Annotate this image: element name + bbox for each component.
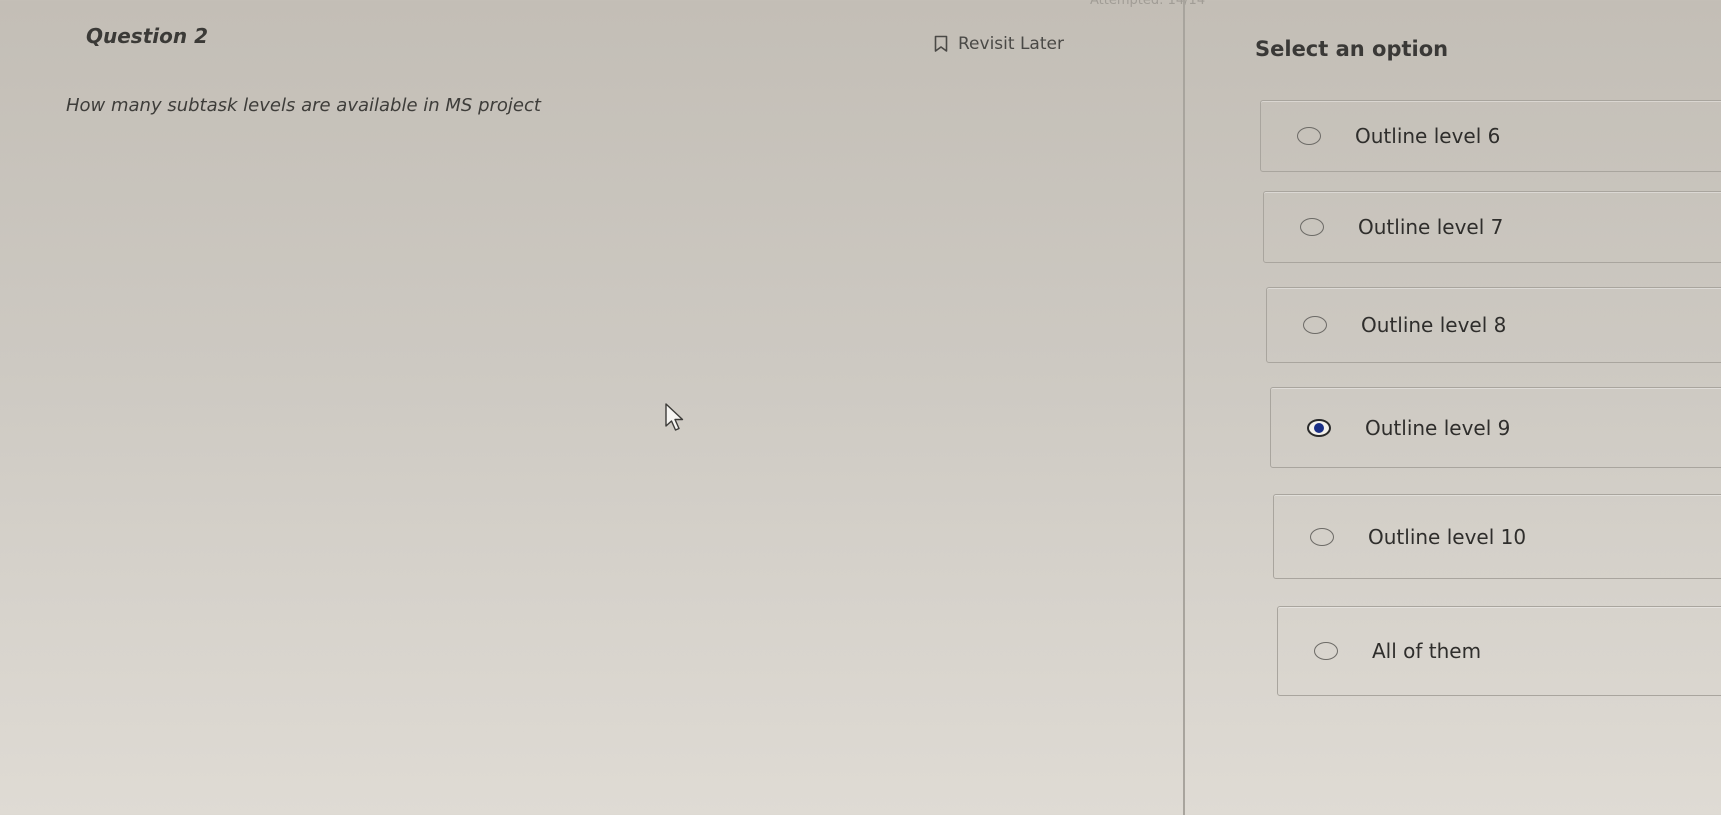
radio-button[interactable] (1303, 316, 1327, 334)
question-panel: Question 2 How many subtask levels are a… (0, 0, 1205, 815)
option-label: Outline level 8 (1361, 313, 1507, 337)
question-number: Question 2 (86, 24, 208, 48)
option-label: Outline level 7 (1358, 215, 1504, 239)
select-option-heading: Select an option (1255, 37, 1449, 61)
radio-button[interactable] (1310, 527, 1334, 546)
revisit-later-button[interactable]: Revisit Later (934, 34, 1064, 54)
options-panel: Select an option Outline level 6 Outline… (1185, 0, 1721, 815)
option-outline-level-6[interactable]: Outline level 6 (1260, 100, 1721, 172)
mouse-cursor-icon (664, 402, 690, 436)
radio-button-selected[interactable] (1307, 418, 1331, 437)
radio-button[interactable] (1314, 642, 1338, 660)
radio-button[interactable] (1297, 127, 1321, 145)
option-label: Outline level 10 (1368, 524, 1527, 549)
bookmark-icon (934, 35, 948, 53)
option-label: All of them (1372, 639, 1482, 663)
option-all-of-them[interactable]: All of them (1277, 606, 1721, 696)
option-outline-level-7[interactable]: Outline level 7 (1263, 191, 1721, 263)
option-label: Outline level 9 (1365, 415, 1511, 440)
option-outline-level-9[interactable]: Outline level 9 (1270, 387, 1721, 468)
radio-button[interactable] (1300, 218, 1324, 236)
question-text: How many subtask levels are available in… (66, 95, 541, 116)
option-outline-level-10[interactable]: Outline level 10 (1273, 494, 1721, 579)
option-outline-level-8[interactable]: Outline level 8 (1266, 287, 1721, 363)
revisit-later-label: Revisit Later (958, 34, 1064, 54)
option-label: Outline level 6 (1355, 124, 1501, 148)
